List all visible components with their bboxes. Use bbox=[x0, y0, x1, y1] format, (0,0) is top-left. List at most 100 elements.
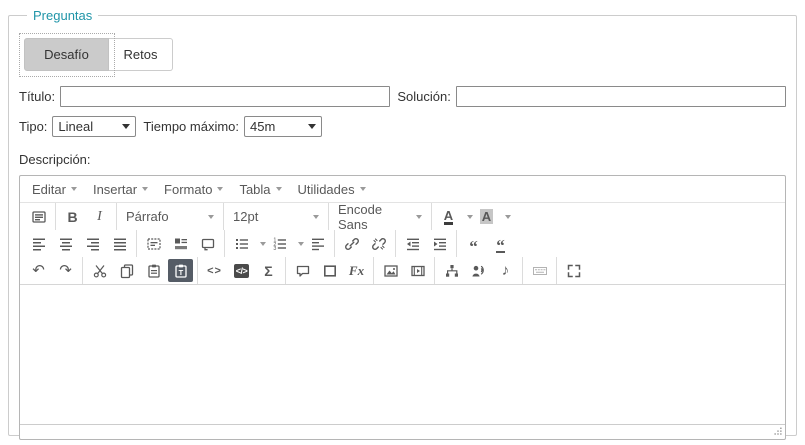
select-arrow-icon bbox=[308, 124, 316, 129]
indent-button[interactable] bbox=[427, 232, 452, 255]
menu-editar[interactable]: Editar bbox=[24, 178, 85, 201]
editor-content-area[interactable] bbox=[20, 284, 785, 424]
formula-button[interactable]: Fx bbox=[344, 259, 369, 282]
menu-utilidades[interactable]: Utilidades bbox=[290, 178, 374, 201]
toolbar-group bbox=[556, 257, 590, 284]
insert-video-button[interactable] bbox=[405, 259, 430, 282]
html-button[interactable] bbox=[527, 259, 552, 282]
align-center-icon bbox=[58, 236, 74, 252]
undo-button[interactable]: ↶ bbox=[26, 259, 51, 282]
align-left-button[interactable] bbox=[26, 232, 51, 255]
editor-menubar: Editar Insertar Formato Tabla Utilidades bbox=[20, 176, 785, 203]
chevron-down-icon[interactable] bbox=[505, 215, 511, 219]
toolbar-group: <> </> Σ bbox=[197, 257, 285, 284]
tab-desafio[interactable]: Desafío bbox=[24, 38, 109, 71]
tiempo-maximo-select[interactable]: 45m bbox=[244, 116, 322, 137]
chevron-down-icon bbox=[142, 187, 148, 191]
chevron-down-icon bbox=[217, 187, 223, 191]
line-height-button[interactable] bbox=[305, 232, 330, 255]
paste-as-text-button[interactable] bbox=[168, 259, 193, 282]
fullscreen-button[interactable] bbox=[561, 259, 586, 282]
insert-image-button[interactable] bbox=[378, 259, 403, 282]
redo-button[interactable]: ↷ bbox=[53, 259, 78, 282]
paste-button[interactable] bbox=[141, 259, 166, 282]
italic-button[interactable]: I bbox=[87, 205, 112, 228]
font-family-value: Encode Sans bbox=[338, 202, 411, 232]
justify-button[interactable] bbox=[107, 232, 132, 255]
tipo-select[interactable]: Lineal bbox=[52, 116, 136, 137]
toolbar-group bbox=[22, 230, 136, 257]
redo-icon: ↷ bbox=[59, 263, 72, 278]
text-to-speech-button[interactable] bbox=[466, 259, 491, 282]
media-text-button[interactable] bbox=[168, 232, 193, 255]
comment-button[interactable] bbox=[290, 259, 315, 282]
visualblocks-button[interactable] bbox=[141, 232, 166, 255]
toolbar-group: A A bbox=[431, 203, 514, 230]
paragraph-format-dropdown[interactable]: Párrafo bbox=[120, 205, 220, 228]
tab-retos[interactable]: Retos bbox=[109, 38, 173, 71]
tab-retos-label: Retos bbox=[124, 47, 158, 62]
source-code-button[interactable]: <> bbox=[202, 259, 227, 282]
toolbar-group: ♪ bbox=[434, 257, 522, 284]
insert-link-button[interactable] bbox=[339, 232, 364, 255]
unlink-icon bbox=[371, 236, 387, 252]
chevron-down-icon bbox=[208, 215, 214, 219]
fieldset-legend: Preguntas bbox=[27, 8, 98, 23]
toolbar-group: Encode Sans bbox=[328, 203, 431, 230]
bullet-list-button[interactable] bbox=[229, 232, 254, 255]
chevron-down-icon[interactable] bbox=[467, 215, 473, 219]
indent-icon bbox=[432, 236, 448, 252]
paragraph-format-value: Párrafo bbox=[126, 209, 169, 224]
embed-code-icon: </> bbox=[234, 264, 250, 278]
inline-quote-button[interactable]: “ bbox=[488, 232, 513, 255]
titulo-label: Título: bbox=[19, 89, 55, 104]
template-button[interactable] bbox=[26, 205, 51, 228]
numbered-list-button[interactable] bbox=[267, 232, 292, 255]
frame-button[interactable] bbox=[195, 232, 220, 255]
align-center-button[interactable] bbox=[53, 232, 78, 255]
undo-icon: ↶ bbox=[32, 263, 45, 278]
cut-button[interactable] bbox=[87, 259, 112, 282]
align-right-icon bbox=[85, 236, 101, 252]
menu-tabla[interactable]: Tabla bbox=[231, 178, 289, 201]
html-icon bbox=[532, 263, 548, 279]
tab-bar: Desafío Retos bbox=[19, 33, 786, 77]
equation-icon: Σ bbox=[264, 263, 272, 279]
descripcion-label: Descripción: bbox=[19, 152, 786, 167]
toolbar-group bbox=[395, 230, 456, 257]
chevron-down-icon[interactable] bbox=[260, 242, 266, 246]
insert-audio-button[interactable]: ♪ bbox=[493, 259, 518, 282]
menu-insertar[interactable]: Insertar bbox=[85, 178, 156, 201]
text-color-button[interactable]: A bbox=[436, 205, 461, 228]
align-right-button[interactable] bbox=[80, 232, 105, 255]
flowchart-button[interactable] bbox=[439, 259, 464, 282]
background-color-button[interactable]: A bbox=[474, 205, 499, 228]
tiempo-selected-value: 45m bbox=[250, 119, 298, 134]
chevron-down-icon bbox=[276, 187, 282, 191]
remove-link-button[interactable] bbox=[366, 232, 391, 255]
flowchart-icon bbox=[444, 263, 460, 279]
solucion-input[interactable] bbox=[456, 86, 786, 107]
menu-tabla-label: Tabla bbox=[239, 182, 270, 197]
copy-button[interactable] bbox=[114, 259, 139, 282]
rich-text-editor: Editar Insertar Formato Tabla Utilidades… bbox=[19, 175, 786, 440]
outdent-button[interactable] bbox=[400, 232, 425, 255]
equation-button[interactable]: Σ bbox=[256, 259, 281, 282]
numbered-list-icon bbox=[272, 236, 288, 252]
bold-button[interactable]: B bbox=[60, 205, 85, 228]
italic-icon: I bbox=[97, 209, 102, 225]
container-box-button[interactable] bbox=[317, 259, 342, 282]
blockquote-button[interactable]: “ bbox=[461, 232, 486, 255]
link-icon bbox=[344, 236, 360, 252]
titulo-input[interactable] bbox=[60, 86, 390, 107]
font-family-dropdown[interactable]: Encode Sans bbox=[332, 205, 428, 228]
embed-code-button[interactable]: </> bbox=[229, 259, 254, 282]
resize-handle[interactable] bbox=[771, 426, 785, 439]
chevron-down-icon[interactable] bbox=[298, 242, 304, 246]
bullet-list-icon bbox=[234, 236, 250, 252]
font-size-dropdown[interactable]: 12pt bbox=[227, 205, 325, 228]
menu-formato[interactable]: Formato bbox=[156, 178, 231, 201]
menu-editar-label: Editar bbox=[32, 182, 66, 197]
frame-icon bbox=[200, 236, 216, 252]
align-left-icon bbox=[31, 236, 47, 252]
